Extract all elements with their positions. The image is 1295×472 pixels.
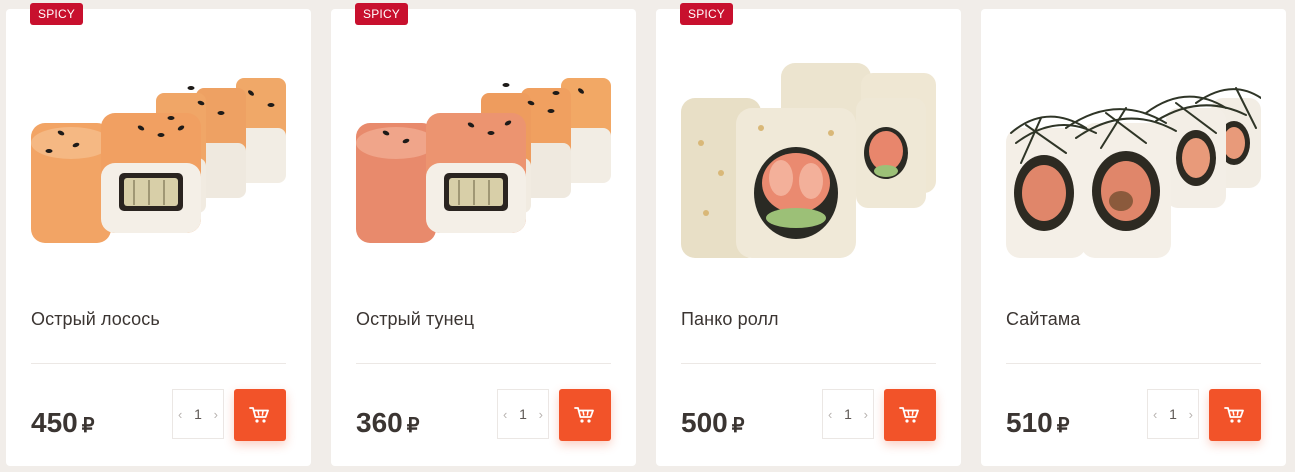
divider bbox=[681, 363, 936, 364]
product-price: 500 ₽ bbox=[681, 407, 744, 439]
add-to-cart-button[interactable] bbox=[884, 389, 936, 441]
cart-icon bbox=[899, 407, 919, 423]
cart-icon bbox=[249, 407, 269, 423]
chevron-left-icon[interactable]: ‹ bbox=[178, 407, 182, 422]
product-grid: SPICY Острый лосось 450 ₽ ‹ 1 › SPICY Ос… bbox=[6, 3, 1286, 466]
quantity-stepper[interactable]: ‹ 1 › bbox=[172, 389, 224, 439]
saitama-roll-photo bbox=[1006, 33, 1261, 288]
product-photo[interactable] bbox=[681, 33, 936, 288]
quantity-value[interactable]: 1 bbox=[519, 406, 527, 422]
product-name[interactable]: Сайтама bbox=[1006, 309, 1080, 330]
quantity-stepper[interactable]: ‹ 1 › bbox=[497, 389, 549, 439]
product-price: 510 ₽ bbox=[1006, 407, 1069, 439]
salmon-roll-photo bbox=[31, 33, 286, 288]
chevron-right-icon[interactable]: › bbox=[539, 407, 543, 422]
product-price: 360 ₽ bbox=[356, 407, 419, 439]
spicy-badge: SPICY bbox=[30, 3, 84, 25]
price-value: 450 bbox=[31, 407, 78, 438]
price-value: 510 bbox=[1006, 407, 1053, 438]
panko-roll-photo bbox=[681, 33, 936, 288]
chevron-left-icon[interactable]: ‹ bbox=[1153, 407, 1157, 422]
add-to-cart-button[interactable] bbox=[234, 389, 286, 441]
quantity-value[interactable]: 1 bbox=[844, 406, 852, 422]
spicy-badge: SPICY bbox=[355, 3, 409, 25]
product-price: 450 ₽ bbox=[31, 407, 94, 439]
product-card: SPICY bbox=[656, 3, 961, 466]
quantity-stepper[interactable]: ‹ 1 › bbox=[822, 389, 874, 439]
price-value: 360 bbox=[356, 407, 403, 438]
product-card: SPICY bbox=[331, 3, 636, 466]
quantity-stepper[interactable]: ‹ 1 › bbox=[1147, 389, 1199, 439]
divider bbox=[1006, 363, 1261, 364]
chevron-left-icon[interactable]: ‹ bbox=[828, 407, 832, 422]
currency-symbol: ₽ bbox=[1056, 415, 1070, 437]
add-to-cart-button[interactable] bbox=[559, 389, 611, 441]
product-name[interactable]: Панко ролл bbox=[681, 309, 779, 330]
tuna-roll-photo bbox=[356, 33, 611, 288]
chevron-left-icon[interactable]: ‹ bbox=[503, 407, 507, 422]
spicy-badge: SPICY bbox=[680, 3, 734, 25]
currency-symbol: ₽ bbox=[731, 415, 745, 437]
product-photo[interactable] bbox=[356, 33, 611, 288]
product-name[interactable]: Острый лосось bbox=[31, 309, 160, 330]
divider bbox=[356, 363, 611, 364]
add-to-cart-button[interactable] bbox=[1209, 389, 1261, 441]
currency-symbol: ₽ bbox=[406, 415, 420, 437]
cart-icon bbox=[1224, 407, 1244, 423]
product-card: Сайтама 510 ₽ ‹ 1 › bbox=[981, 9, 1286, 466]
divider bbox=[31, 363, 286, 364]
chevron-right-icon[interactable]: › bbox=[214, 407, 218, 422]
chevron-right-icon[interactable]: › bbox=[1189, 407, 1193, 422]
price-value: 500 bbox=[681, 407, 728, 438]
currency-symbol: ₽ bbox=[81, 415, 95, 437]
product-name[interactable]: Острый тунец bbox=[356, 309, 474, 330]
chevron-right-icon[interactable]: › bbox=[864, 407, 868, 422]
product-photo[interactable] bbox=[31, 33, 286, 288]
product-card: SPICY bbox=[6, 3, 311, 466]
quantity-value[interactable]: 1 bbox=[1169, 406, 1177, 422]
quantity-value[interactable]: 1 bbox=[194, 406, 202, 422]
cart-icon bbox=[574, 407, 594, 423]
product-photo[interactable] bbox=[1006, 33, 1261, 288]
